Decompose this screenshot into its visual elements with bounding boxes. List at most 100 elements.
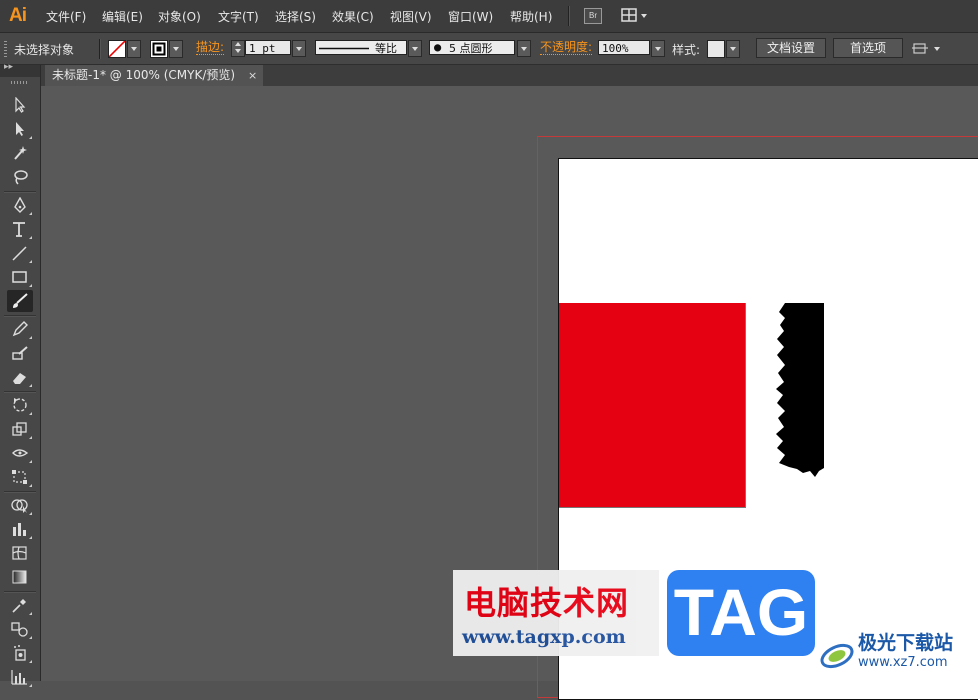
stroke-label[interactable]: 描边: [196,41,225,55]
paintbrush-icon [13,293,28,308]
opacity-label[interactable]: 不透明度: [540,41,593,55]
eyedropper-tool[interactable] [7,594,33,616]
menu-edit[interactable]: 编辑(E) [102,8,143,25]
tools-panel-header[interactable]: ▸▸ [0,62,40,77]
variable-width-profile[interactable]: 等比 [315,40,407,55]
tools-grip[interactable] [11,81,29,84]
document-setup-button[interactable]: 文档设置 [756,38,826,58]
scale-icon [12,422,27,436]
pen-tool[interactable] [7,194,33,216]
close-icon[interactable]: × [248,65,257,86]
type-tool[interactable] [7,218,33,240]
watermark-tag-text: TAG [673,575,809,649]
opacity-dropdown[interactable] [651,40,665,57]
stroke-dropdown[interactable] [169,40,183,58]
stroke-swatch-icon [152,42,166,56]
selection-tool[interactable] [7,94,33,116]
watermark-right: 极光下载站 www.xz7.com [818,622,978,680]
rotate-icon [13,398,27,412]
rectangle-tool[interactable] [7,266,33,288]
profile-line-icon [319,47,369,50]
free-transform-tool[interactable] [7,466,33,488]
profile-label: 等比 [375,42,397,55]
pen-nib-icon [14,197,26,213]
mesh-tool[interactable] [7,542,33,564]
bridge-button[interactable]: Br [584,8,602,24]
lasso-tool[interactable] [7,166,33,188]
arrange-documents-icon [621,8,647,22]
menu-object[interactable]: 对象(O) [158,8,201,25]
type-t-icon [13,222,25,237]
rotate-tool[interactable] [7,394,33,416]
eraser-icon [13,373,26,384]
fill-dropdown[interactable] [127,40,141,58]
width-tool-icon [12,449,29,457]
opacity-input[interactable]: 100% [598,40,650,55]
tools-panel: ▸▸ [0,62,41,687]
pencil-icon [12,321,28,337]
menu-type[interactable]: 文字(T) [218,8,259,25]
watermark-right-url: www.xz7.com [858,655,948,670]
fill-swatch[interactable] [108,40,126,58]
menu-divider [568,6,570,26]
stroke-weight-dropdown[interactable] [292,40,306,57]
column-graph-tool[interactable] [7,666,33,688]
menu-help[interactable]: 帮助(H) [510,8,552,25]
magic-wand-icon [14,146,27,160]
divider [99,39,101,59]
preferences-button[interactable]: 首选项 [833,38,903,58]
eraser-tool[interactable] [7,366,33,388]
graph-tool[interactable] [7,518,33,540]
symbol-sprayer-icon [14,645,26,661]
graphic-style-swatch[interactable] [707,40,725,58]
gradient-tool[interactable] [7,566,33,588]
menu-effect[interactable]: 效果(C) [332,8,374,25]
menu-window[interactable]: 窗口(W) [448,8,493,25]
stroke-weight-input[interactable]: 1 pt [245,40,291,55]
magic-wand-tool[interactable] [7,142,33,164]
line-segment-tool[interactable] [7,242,33,264]
profile-dropdown[interactable] [408,40,422,57]
menu-bar: Ai 文件(F) 编辑(E) 对象(O) 文字(T) 选择(S) 效果(C) 视… [0,0,978,33]
pencil-tool[interactable] [7,318,33,340]
stroke-swatch[interactable] [150,40,168,58]
blob-brush-icon [12,346,28,360]
stroke-weight-stepper[interactable] [231,40,245,57]
shape-builder-icon [11,499,28,513]
panel-menu-icon [912,43,940,54]
black-brush-stroke[interactable] [775,303,825,478]
menu-select[interactable]: 选择(S) [275,8,316,25]
shape-builder-tool[interactable] [7,494,33,516]
eyedropper-icon [12,599,26,613]
style-label: 样式: [672,43,701,57]
red-rectangle[interactable] [559,303,746,508]
blend-tool[interactable] [7,618,33,640]
scale-tool[interactable] [7,418,33,440]
blend-icon [11,622,28,637]
collapse-icon[interactable]: ▸▸ [4,62,13,72]
brush-dropdown[interactable] [517,40,531,57]
free-transform-icon [12,470,27,484]
panel-options-button[interactable] [912,41,946,57]
width-tool[interactable] [7,442,33,464]
paintbrush-tool[interactable] [7,290,33,312]
watermark-tag-badge: TAG [667,570,815,656]
document-tab-title: 未标题-1* @ 100% (CMYK/预览) [52,68,236,82]
direct-selection-tool[interactable] [7,118,33,140]
brush-definition[interactable]: ● 5 点圆形 [429,40,515,55]
symbol-sprayer-tool[interactable] [7,642,33,664]
brush-label: 5 点圆形 [449,42,493,55]
document-tab[interactable]: 未标题-1* @ 100% (CMYK/预览) × [45,65,263,86]
menu-view[interactable]: 视图(V) [390,8,432,25]
selection-arrow-icon [15,97,26,113]
blob-brush-tool[interactable] [7,342,33,364]
graphic-style-dropdown[interactable] [726,40,740,58]
bar-graph-icon [11,670,27,685]
menu-file[interactable]: 文件(F) [46,8,86,25]
watermark-site-name: 电脑技术网 [464,584,630,622]
column-graph-icon [13,523,26,536]
lasso-icon [14,170,28,185]
arrange-documents-button[interactable] [621,8,651,24]
watermark-right-name: 极光下载站 [858,632,954,654]
control-bar-grip[interactable] [4,41,7,57]
